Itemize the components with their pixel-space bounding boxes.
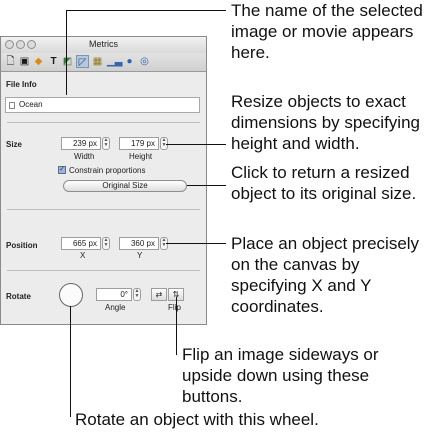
callout-line-rotate [70,306,71,417]
search-icon[interactable]: ◎ [138,55,151,68]
width-stepper[interactable]: ▲ ▼ [102,137,110,150]
callout-text-line: Click to return a resized [231,163,410,182]
callout-line-resize [166,144,226,145]
callout-line-flip [176,297,177,355]
x-label: X [80,251,86,260]
callout-line-position [166,243,226,244]
graphic-icon[interactable]: ◩ [61,55,74,68]
callout-text-line: coordinates. [231,297,324,316]
divider [7,209,200,210]
callout-text-line: height and width. [231,134,360,153]
height-field[interactable]: 179 px [119,137,159,150]
file-name-field: Ocean [5,97,200,113]
callout-text-line: here. [231,43,270,62]
callout-text-line: specifying X and Y [231,276,372,295]
chart-icon[interactable]: ▁▃ [107,55,122,68]
window-title: Metrics [89,39,118,49]
inspector-toolbar: 🗋 ▣ ◆ T ◩ ◸ ▦ ▁▃ ● ◎ [1,53,206,72]
callout-resize: Resize objects to exact dimensions by sp… [231,91,420,154]
shape-icon[interactable]: ◆ [32,55,45,68]
original-size-button[interactable]: Original Size [63,180,187,192]
file-info-label: File Info [6,80,37,89]
y-label: Y [137,251,143,260]
title-bar: Metrics [1,37,206,53]
size-label: Size [6,140,23,149]
callout-text-line: object to its original size. [231,184,417,203]
width-field[interactable]: 239 px [61,137,101,150]
callout-text-line: dimensions by specifying [231,113,420,132]
document-icon[interactable]: 🗋 [4,55,17,68]
callout-position: Place an object precisely on the canvas … [231,233,419,317]
table-icon[interactable]: ▦ [91,55,104,68]
metrics-icon[interactable]: ◸ [76,55,89,68]
angle-label: Angle [105,303,126,312]
link-icon[interactable]: ● [123,55,136,68]
rotate-wheel[interactable] [59,283,83,307]
text-icon[interactable]: T [47,55,60,68]
callout-text-line: image or movie appears [231,22,414,41]
x-stepper[interactable]: ▲ ▼ [102,237,110,250]
height-label: Height [129,152,153,161]
angle-stepper[interactable]: ▲ ▼ [133,288,141,301]
callout-text-line: Place an object precisely [231,234,420,253]
flip-horizontal-button[interactable]: ⇄ [151,288,167,301]
callout-rotate: Rotate an object with this wheel. [75,409,319,430]
constrain-label: Constrain proportions [69,166,146,175]
constrain-checkbox[interactable]: ✓ [58,166,66,174]
callout-text-line: upside down using these [182,366,370,385]
divider [7,270,200,271]
callout-line-name [66,10,226,11]
image-icon[interactable]: ▣ [18,55,31,68]
divider [7,122,200,123]
metrics-inspector: Metrics 🗋 ▣ ◆ T ◩ ◸ ▦ ▁▃ ● ◎ File Info O… [0,36,207,325]
y-field[interactable]: 360 px [119,237,159,250]
file-name: Ocean [19,100,43,109]
callout-text-line: buttons. [182,387,243,406]
callout-line-original-size [187,185,226,186]
callout-text-line: Resize objects to exact [231,92,406,111]
callout-line-name-vertical [66,10,67,95]
width-label: Width [74,152,95,161]
callout-name: The name of the selected image or movie … [231,0,423,63]
x-field[interactable]: 665 px [61,237,101,250]
callout-text-line: The name of the selected [231,1,423,20]
callout-text-line: on the canvas by [231,255,360,274]
flip-label: Flip [168,303,181,312]
callout-text-line: Flip an image sideways or [182,345,379,364]
position-label: Position [6,241,38,250]
callout-text-line: Rotate an object with this wheel. [75,410,319,429]
rotate-label: Rotate [6,292,31,301]
callout-flip: Flip an image sideways or upside down us… [182,344,379,407]
angle-field[interactable]: 0° [96,288,132,301]
callout-original-size: Click to return a resized object to its … [231,162,416,204]
file-icon [9,102,15,109]
